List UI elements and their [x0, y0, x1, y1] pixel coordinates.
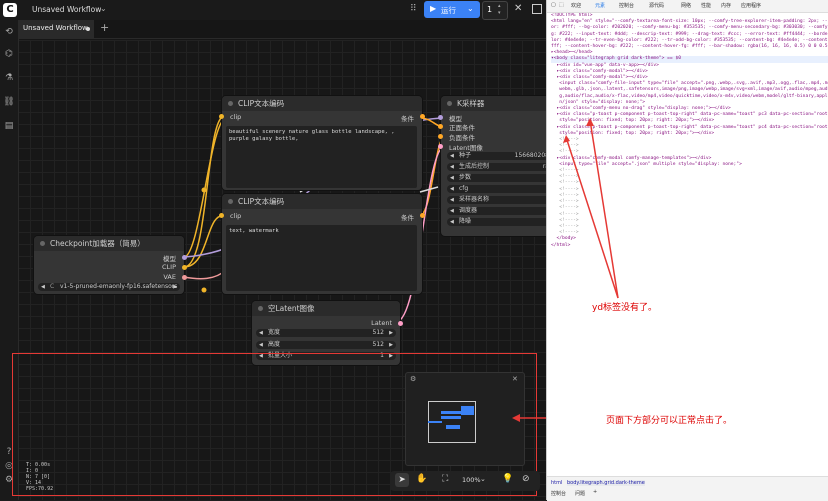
- dom-tree-line[interactable]: g: #222; --input-text: #ddd; --descrip-t…: [551, 32, 828, 38]
- inspect-icon[interactable]: ⬚: [559, 2, 564, 8]
- devtools-tab[interactable]: 源代码: [649, 2, 664, 9]
- dom-tree-line[interactable]: or: #fff; --bg-color: #202020; --comfy-m…: [551, 25, 828, 31]
- device-toggle-icon[interactable]: ▢: [551, 2, 556, 8]
- breadcrumb-html[interactable]: html: [551, 480, 562, 486]
- devtools-tab-bar: ▢ ⬚ 欢迎 元素 控制台 源代码 网络 性能 内存 应用程序: [547, 0, 828, 13]
- dom-tree-line[interactable]: </html>: [551, 243, 828, 249]
- devtools-tab[interactable]: 元素: [595, 2, 605, 9]
- annotation-note: 页面下方部分可以正常点击了。: [606, 416, 733, 426]
- devtools-tab[interactable]: 欢迎: [571, 2, 581, 9]
- dom-tree-line[interactable]: g,audio/flac,audio/x-flac,video/mp4,vide…: [551, 94, 828, 100]
- comfy-app: CLIP文本编码 clip 条件 beautiful scenery natur…: [0, 0, 546, 500]
- dom-tree-line[interactable]: webm,.glb,.json,.latent,.safetensors,ima…: [551, 87, 828, 93]
- breadcrumb-body[interactable]: body.litegraph.grid.dark-theme: [567, 480, 645, 486]
- devtools-tab[interactable]: 性能: [701, 2, 711, 9]
- annotation-note: yd标签没有了。: [592, 303, 658, 313]
- devtools-footer: html body.litegraph.grid.dark-theme 控制台 …: [547, 476, 828, 501]
- add-drawer-tab-icon[interactable]: +: [593, 489, 597, 495]
- console-drawer-tab[interactable]: 控制台: [551, 490, 566, 497]
- annotation-arrows: [512, 414, 546, 422]
- devtools-tab[interactable]: 应用程序: [741, 2, 761, 9]
- devtools-tab[interactable]: 网络: [681, 2, 691, 9]
- elements-tree[interactable]: <!DOCTYPE html> <html lang="en" style="--…: [551, 13, 828, 473]
- issues-drawer-tab[interactable]: 问题: [575, 490, 585, 497]
- devtools-tab[interactable]: 内存: [721, 2, 731, 9]
- dom-tree-line[interactable]: ▸<div class="p-toast p-component p-toast…: [551, 125, 828, 131]
- devtools-tab[interactable]: 控制台: [619, 2, 634, 9]
